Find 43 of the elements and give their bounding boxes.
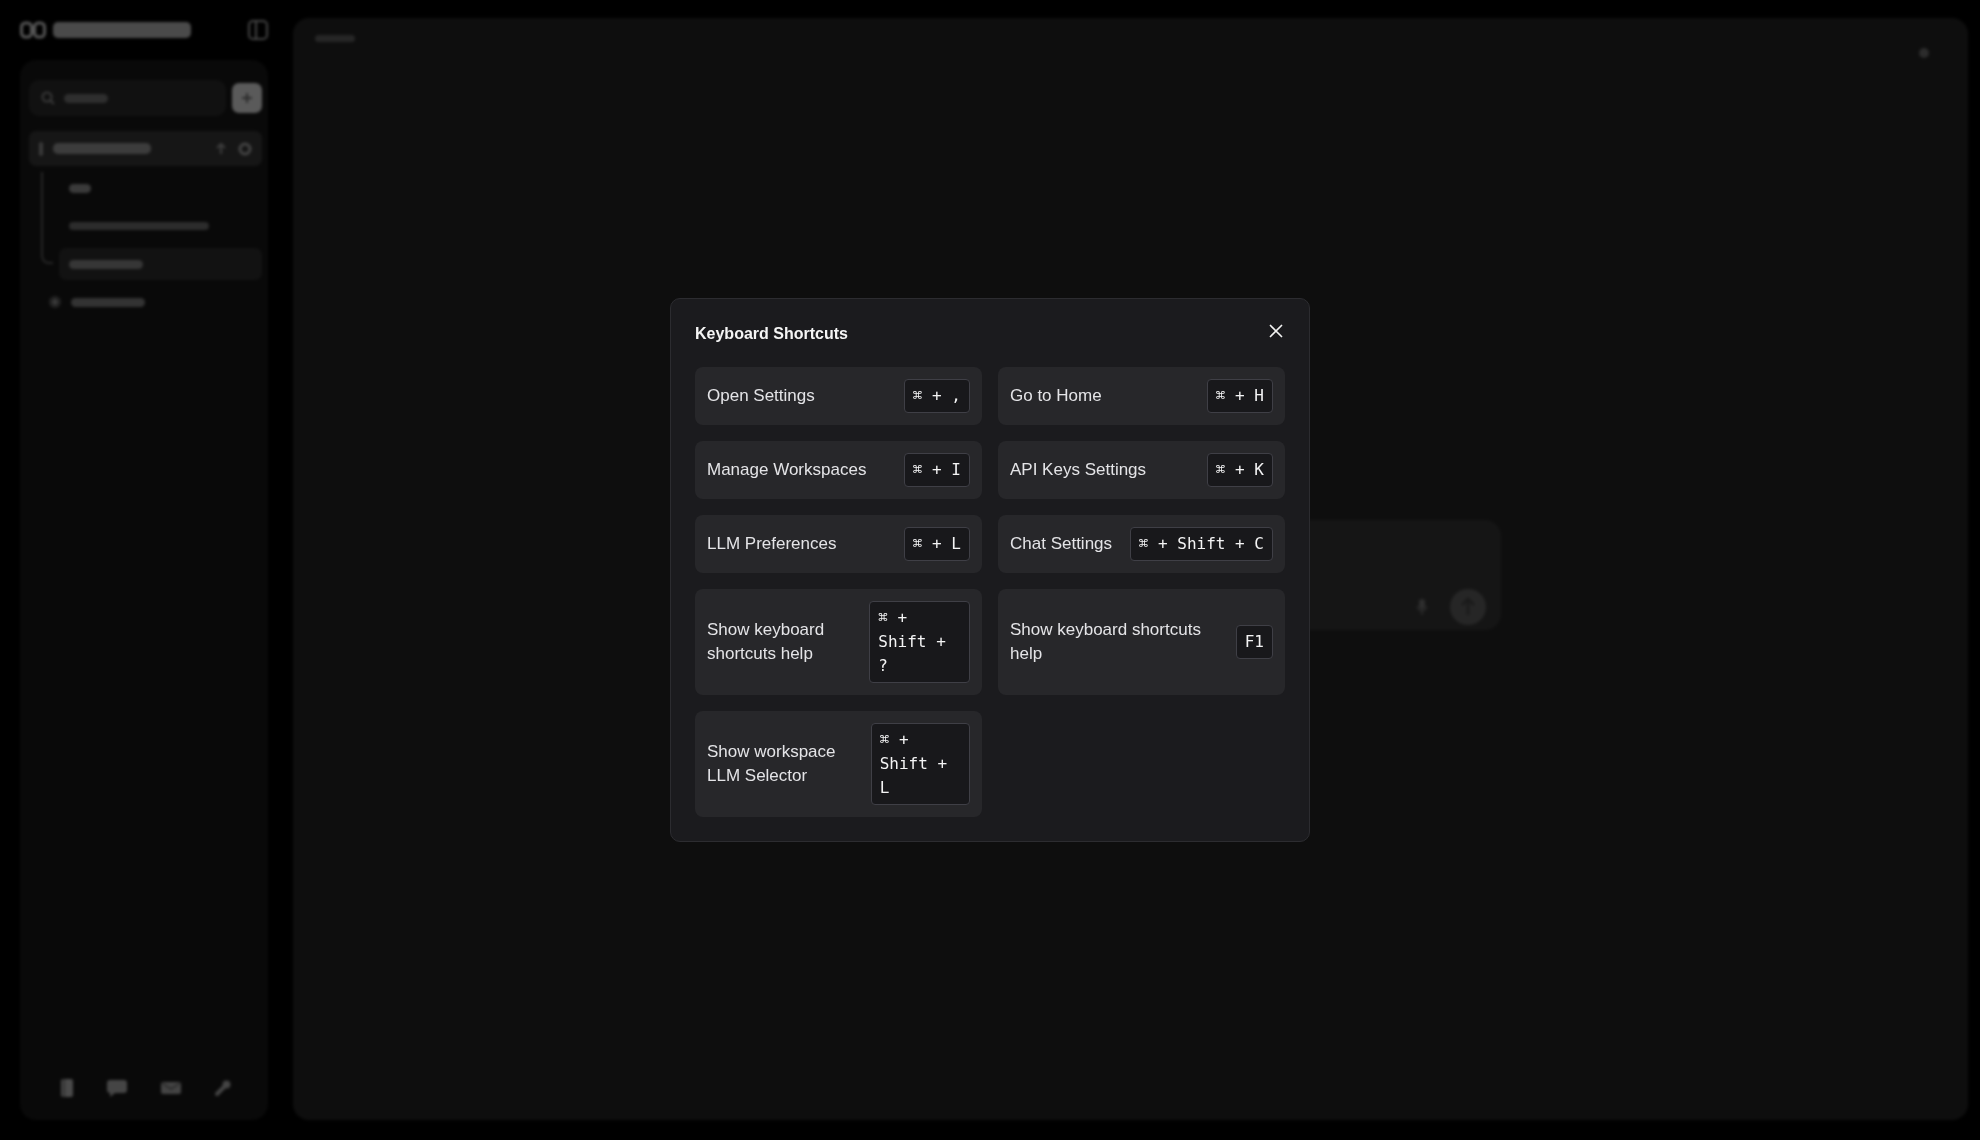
shortcut-label: Go to Home [1010,385,1102,407]
shortcut-label: Manage Workspaces [707,459,867,481]
shortcut-label: Show workspace LLM Selector [707,741,837,787]
search-field[interactable] [29,80,226,116]
circle-icon[interactable] [1918,47,1930,59]
search-icon [41,91,55,105]
blurred-thread-title[interactable] [69,183,91,193]
shortcut-label: Show keyboard shortcuts help [707,619,826,665]
key-combination: ⌘ + H [1206,379,1273,413]
key-combination: ⌘ + I [903,453,970,487]
chat-bubble-icon[interactable] [105,1079,128,1097]
shortcut-label: API Keys Settings [1010,459,1147,481]
envelope-icon[interactable] [159,1079,182,1097]
microphone-icon[interactable] [1415,598,1428,616]
key-combination: ⌘ + , [903,379,970,413]
key-combination: F1 [1235,625,1273,659]
close-icon [1269,324,1283,338]
shortcut-label: Show keyboard shortcuts help [1010,619,1202,665]
shortcut-label: Open Settings [707,385,815,407]
settings-icon[interactable] [238,141,252,156]
blurred-button-text[interactable] [71,297,145,307]
upload-icon[interactable] [214,141,228,156]
plus-icon[interactable] [49,296,61,308]
logo-icon [20,21,46,39]
blurred-header-text [315,34,355,42]
sidebar-toggle-icon[interactable] [248,20,268,40]
shortcut-label: Chat Settings [1010,533,1113,555]
workspace-row[interactable] [29,131,262,166]
key-combination: ⌘ + Shift + ? [869,601,970,683]
dialog-title: Keyboard Shortcuts [695,324,848,344]
key-combination: ⌘ + K [1206,453,1273,487]
key-combination: ⌘ + L [903,527,970,561]
key-combination: ⌘ + Shift + C [1129,527,1273,561]
new-workspace-button[interactable] [232,83,262,113]
blurred-thread-title[interactable] [69,222,209,230]
plus-icon [241,92,253,104]
shortcut-label: LLM Preferences [707,533,837,555]
wrench-icon[interactable] [213,1079,232,1097]
close-button[interactable] [1269,324,1283,338]
highlighted-thread-row[interactable] [59,248,262,280]
book-icon[interactable] [59,1078,74,1098]
key-combination: ⌘ + Shift + L [870,723,970,805]
blurred-placeholder-text [64,93,108,103]
